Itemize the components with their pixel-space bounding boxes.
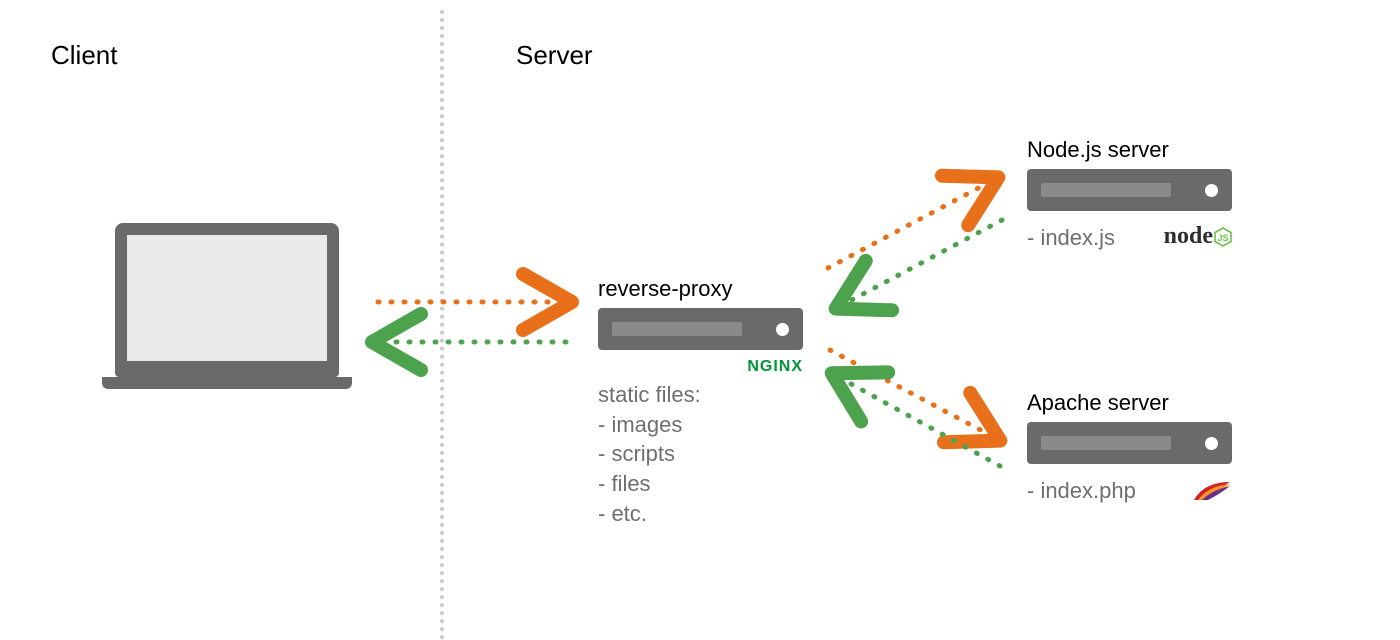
client-laptop-icon: [102, 223, 352, 389]
static-files-item: - images: [598, 410, 803, 440]
reverse-proxy-icon: [598, 308, 803, 350]
apache-server-file: - index.php: [1027, 476, 1192, 506]
apache-logo: [1192, 480, 1232, 502]
arrow-proxy-to-apache: [830, 350, 988, 434]
nginx-logo: NGINX: [747, 358, 803, 375]
reverse-proxy-title: reverse-proxy: [598, 276, 803, 302]
node-server-file: - index.js: [1027, 223, 1164, 253]
arrow-proxy-to-node: [828, 184, 986, 268]
node-server-title: Node.js server: [1027, 137, 1232, 163]
nodejs-logo-text: node: [1164, 223, 1213, 249]
nodejs-logo: node JS: [1164, 224, 1232, 252]
node-server-icon: [1027, 169, 1232, 211]
static-files-item: - files: [598, 469, 803, 499]
reverse-proxy-block: reverse-proxy NGINX static files: - imag…: [598, 276, 803, 528]
svg-text:JS: JS: [1217, 233, 1228, 243]
static-files-heading: static files:: [598, 380, 803, 410]
apache-server-block: Apache server - index.php: [1027, 390, 1232, 506]
client-server-divider: [440, 10, 444, 640]
arrow-apache-to-proxy: [844, 380, 1000, 466]
apache-server-icon: [1027, 422, 1232, 464]
apache-server-title: Apache server: [1027, 390, 1232, 416]
server-section-title: Server: [516, 40, 593, 71]
diagram-stage: Client Server reverse-proxy NGINX static…: [0, 0, 1400, 640]
static-files-item: - etc.: [598, 499, 803, 529]
static-files-item: - scripts: [598, 439, 803, 469]
client-section-title: Client: [51, 40, 117, 71]
node-server-block: Node.js server - index.js node JS: [1027, 137, 1232, 253]
arrow-node-to-proxy: [848, 220, 1002, 302]
